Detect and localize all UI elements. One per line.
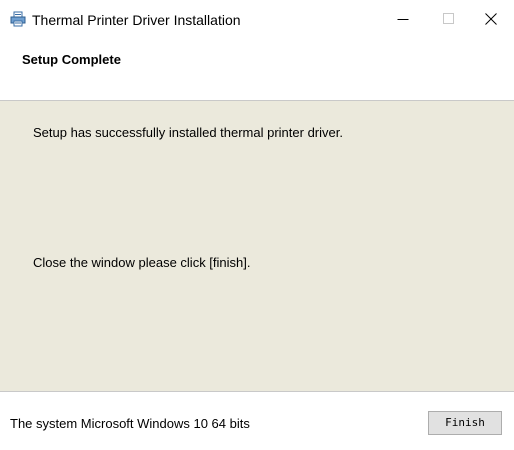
wizard-footer: The system Microsoft Windows 10 64 bits … xyxy=(0,392,514,450)
minimize-button[interactable] xyxy=(380,0,426,38)
wizard-header: Setup Complete xyxy=(0,38,514,100)
close-button[interactable] xyxy=(468,0,514,38)
close-icon xyxy=(485,13,497,25)
system-info: The system Microsoft Windows 10 64 bits xyxy=(10,416,250,431)
minimize-icon xyxy=(397,13,409,25)
wizard-content: Setup has successfully installed thermal… xyxy=(0,101,514,391)
title-bar[interactable]: Thermal Printer Driver Installation xyxy=(0,0,514,38)
finish-button[interactable]: Finish xyxy=(428,411,502,435)
close-instruction: Close the window please click [finish]. xyxy=(33,255,251,270)
page-title: Setup Complete xyxy=(22,52,121,67)
window-title: Thermal Printer Driver Installation xyxy=(32,12,241,28)
printer-icon xyxy=(10,11,26,27)
maximize-icon xyxy=(443,13,455,25)
success-message: Setup has successfully installed thermal… xyxy=(33,125,343,140)
installer-window: Thermal Printer Driver Installation Setu… xyxy=(0,0,514,450)
maximize-button[interactable] xyxy=(426,0,472,38)
